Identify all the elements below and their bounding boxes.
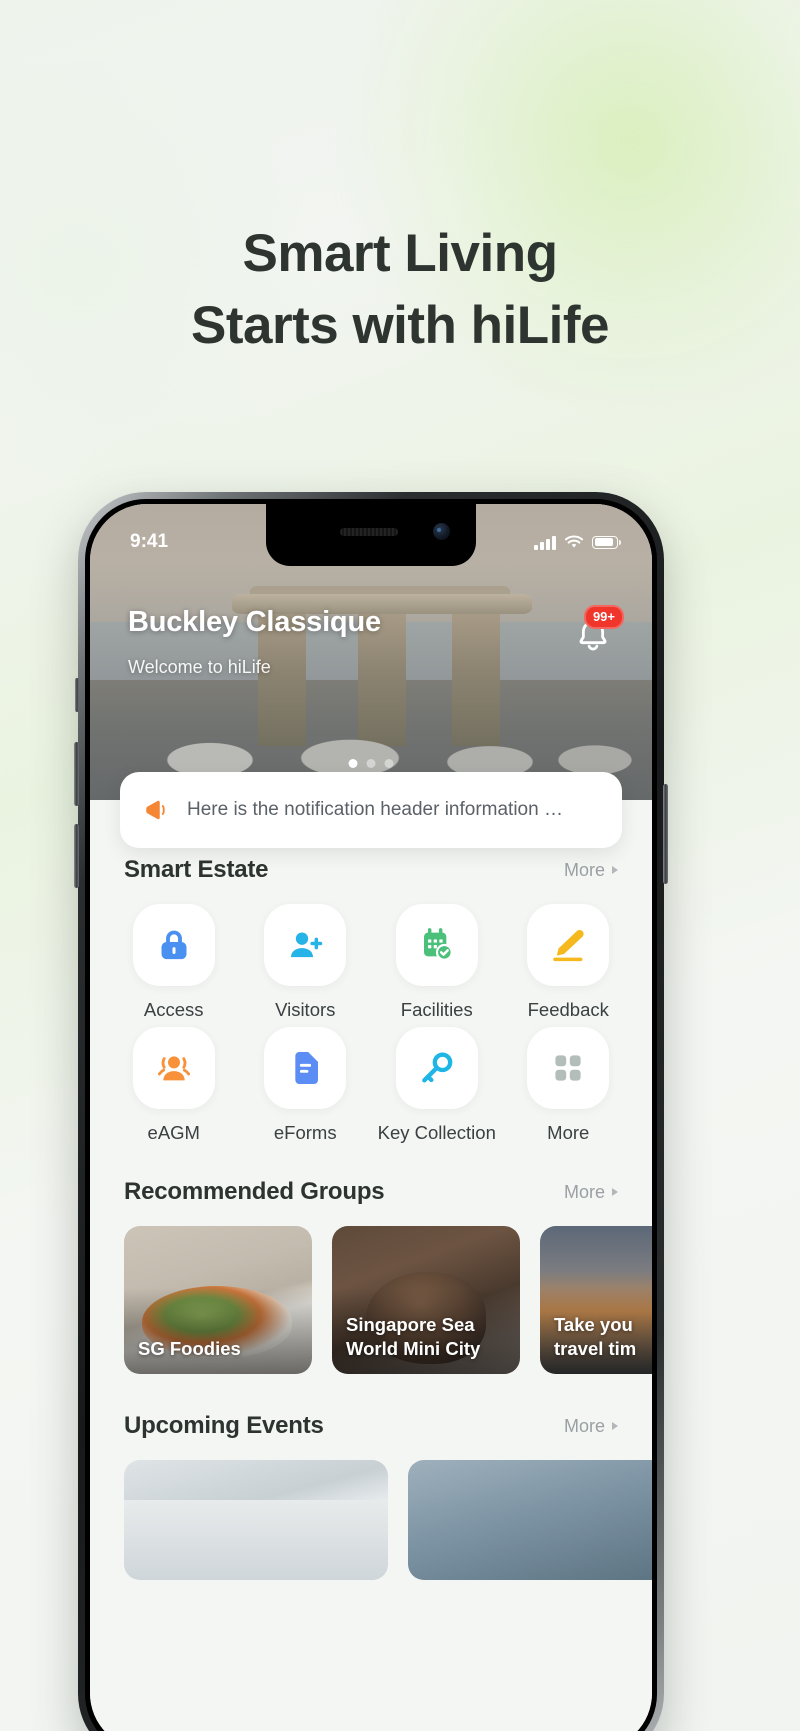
group-card[interactable]: Take you travel tim [540,1226,652,1374]
upcoming-events-header: Upcoming Events More [90,1412,652,1440]
page-headline: Smart Living Starts with hiLife [0,218,800,362]
tile-more[interactable]: More [503,1027,635,1144]
tile-visitors[interactable]: Visitors [240,904,372,1021]
headline-line-2: Starts with hiLife [191,296,609,355]
status-bar-time: 9:41 [130,531,169,552]
app-content: Smart Estate More Access Visitors Facili… [90,800,652,1731]
group-card[interactable]: SG Foodies [124,1226,312,1374]
chevron-right-icon [612,1188,618,1196]
battery-icon [592,535,621,549]
recommended-groups-more-link[interactable]: More [564,1182,618,1203]
tile-eforms-icon-bg [264,1027,347,1109]
phone-screen: Buckley Classique Welcome to hiLife 99+ [90,504,652,1731]
key-icon [421,1052,453,1083]
smart-estate-more-link[interactable]: More [564,860,618,881]
grid-dots-icon [555,1055,581,1081]
person-add-icon [291,932,323,958]
volume-down-button[interactable] [74,824,79,888]
group-card-title: Take you travel tim [554,1314,637,1359]
estate-name: Buckley Classique [128,606,381,638]
carousel-dot-2[interactable] [366,759,376,768]
wifi-icon [564,534,584,548]
event-card[interactable] [124,1460,388,1580]
chevron-right-icon [612,1422,618,1430]
hero-carousel-dots[interactable] [348,759,394,768]
recommended-groups-header: Recommended Groups More [90,1178,652,1206]
smart-estate-grid: Access Visitors Facilities Feedback eAGM… [90,890,652,1144]
tile-feedback-label: Feedback [527,999,609,1020]
group-card-title: Singapore Sea World Mini City [346,1314,481,1359]
smart-estate-header: Smart Estate More [90,856,652,884]
tile-visitors-icon-bg [264,904,347,986]
recommended-groups-carousel[interactable]: SG Foodies Singapore Sea World Mini City… [90,1212,652,1374]
upcoming-events-more-link[interactable]: More [564,1416,618,1437]
tile-key-collection-icon-bg [395,1027,478,1109]
upcoming-events-title: Upcoming Events [124,1412,324,1439]
group-card-title: SG Foodies [138,1338,241,1359]
pencil-edit-icon [553,929,584,962]
more-label: More [563,859,605,880]
notification-banner[interactable]: Here is the notification header informat… [120,772,622,848]
hero-text-block: Buckley Classique Welcome to hiLife [128,606,381,678]
group-card[interactable]: Singapore Sea World Mini City [332,1226,520,1374]
tile-eforms[interactable]: eForms [240,1027,372,1144]
people-group-icon [157,1056,190,1081]
signal-bars-icon [534,535,556,550]
notification-bell-button[interactable]: 99+ [572,605,624,656]
tile-facilities-icon-bg [395,904,478,986]
tile-eagm[interactable]: eAGM [108,1027,240,1144]
tile-facilities[interactable]: Facilities [371,904,503,1021]
document-lines-icon [295,1052,319,1084]
carousel-dot-3[interactable] [384,759,394,768]
tile-key-collection[interactable]: Key Collection [371,1027,503,1144]
front-camera [433,523,450,540]
tile-key-collection-label: Key Collection [377,1122,496,1143]
welcome-text: Welcome to hiLife [128,657,271,677]
tile-eagm-icon-bg [132,1027,215,1109]
carousel-dot-1[interactable] [348,759,358,768]
power-button[interactable] [663,784,668,884]
recommended-groups-title: Recommended Groups [124,1178,385,1205]
volume-up-button[interactable] [74,742,79,806]
status-bar-indicators [534,534,621,550]
phone-mockup: Buckley Classique Welcome to hiLife 99+ [74,492,668,1731]
chevron-right-icon [612,866,618,874]
upcoming-events-carousel[interactable] [90,1446,652,1580]
tile-access[interactable]: Access [108,904,240,1021]
more-label: More [563,1181,605,1202]
tile-visitors-label: Visitors [275,999,336,1020]
tile-feedback[interactable]: Feedback [503,904,635,1021]
tile-eagm-label: eAGM [147,1122,200,1143]
smart-estate-title: Smart Estate [124,856,269,883]
calendar-check-icon [423,928,453,961]
tile-access-icon-bg [132,904,215,986]
notification-text: Here is the notification header informat… [187,799,563,820]
silent-switch[interactable] [75,678,79,712]
tile-more-icon-bg [527,1027,610,1109]
headline-line-1: Smart Living [242,224,558,283]
tile-feedback-icon-bg [527,904,610,986]
event-card[interactable] [408,1460,652,1580]
tile-access-label: Access [143,999,204,1020]
tile-facilities-label: Facilities [400,999,473,1020]
megaphone-icon [146,800,165,820]
lock-icon [161,930,187,960]
notification-badge: 99+ [583,605,624,630]
phone-notch [266,504,476,566]
tile-eforms-label: eForms [273,1122,337,1143]
tile-more-label: More [547,1122,590,1143]
more-label: More [563,1415,605,1436]
earpiece-speaker [340,528,398,536]
